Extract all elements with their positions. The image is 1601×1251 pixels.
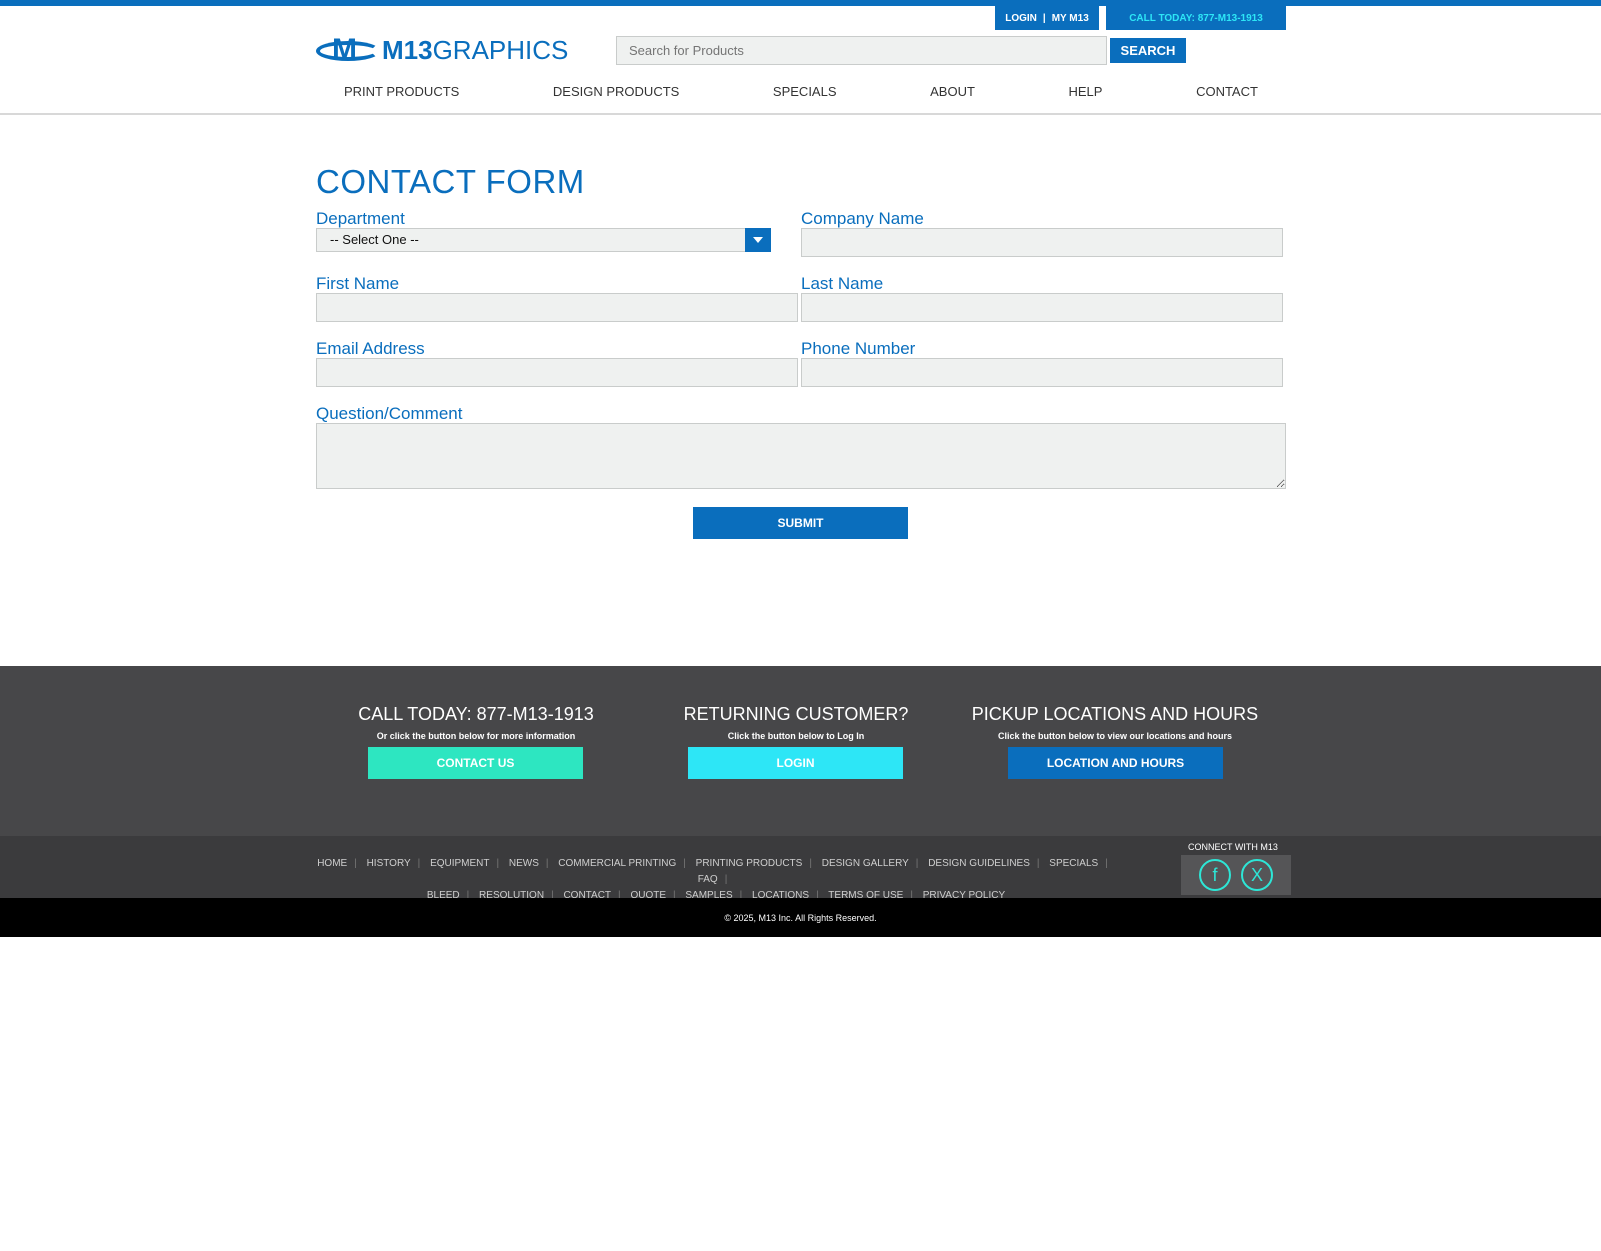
footer-link[interactable]: HISTORY <box>367 858 411 869</box>
email-field[interactable] <box>316 358 798 387</box>
footer-link[interactable]: COMMERCIAL PRINTING <box>558 858 676 869</box>
footer-returning-title: RETURNING CUSTOMER? <box>683 704 909 724</box>
footer-locations-title: PICKUP LOCATIONS AND HOURS <box>971 704 1259 724</box>
footer-links-row-1: HOME | HISTORY | EQUIPMENT | NEWS | COMMERCI… <box>317 858 1108 885</box>
chevron-down-icon[interactable] <box>745 228 771 252</box>
facebook-icon[interactable]: f <box>1199 859 1231 891</box>
nav-divider <box>0 113 1601 115</box>
phone-field[interactable] <box>801 358 1283 387</box>
top-accent-bar <box>0 0 1601 6</box>
footer-col-call: CALL TODAY: 877-M13-1913 Or click the bu… <box>326 704 626 741</box>
footer-link[interactable]: DESIGN GALLERY <box>822 858 909 869</box>
department-select[interactable]: -- Select One -- <box>316 228 771 252</box>
logo-text-rest: GRAPHICS <box>432 34 569 65</box>
nav-print-products[interactable]: PRINT PRODUCTS <box>344 84 459 102</box>
copyright-text: © 2025, M13 Inc. All Rights Reserved. <box>724 912 877 923</box>
copyright-bar: © 2025, M13 Inc. All Rights Reserved. <box>0 898 1601 937</box>
footer-link[interactable]: NEWS <box>509 858 539 869</box>
main-nav: PRINT PRODUCTS DESIGN PRODUCTS SPECIALS … <box>316 84 1286 102</box>
phone-label: Phone Number <box>801 339 916 358</box>
logo[interactable]: M M13GRAPHICS <box>316 33 568 66</box>
location-hours-button[interactable]: LOCATION AND HOURS <box>1008 747 1223 779</box>
search-button[interactable]: SEARCH <box>1110 38 1186 63</box>
submit-button[interactable]: SUBMIT <box>693 507 908 539</box>
comment-textarea[interactable] <box>316 423 1286 489</box>
footer-link[interactable]: SPECIALS <box>1049 858 1098 869</box>
footer-link[interactable]: EQUIPMENT <box>430 858 489 869</box>
login-link[interactable]: LOGIN <box>1005 13 1037 24</box>
footer-login-button[interactable]: LOGIN <box>688 747 903 779</box>
footer-returning-sub: Click the button below to Log In <box>727 731 865 741</box>
footer-link[interactable]: FAQ <box>698 874 718 885</box>
footer-link[interactable]: DESIGN GUIDELINES <box>928 858 1030 869</box>
footer-col-returning: RETURNING CUSTOMER? Click the button bel… <box>646 704 946 741</box>
nav-specials[interactable]: SPECIALS <box>773 84 837 102</box>
contact-us-button[interactable]: CONTACT US <box>368 747 583 779</box>
connect-label: CONNECT WITH M13 <box>1188 842 1278 852</box>
logo-mark-icon: M <box>316 33 380 66</box>
footer-locations-sub: Click the button below to view our locat… <box>997 731 1232 741</box>
footer-call-sub: Or click the button below for more infor… <box>376 731 576 741</box>
nav-help[interactable]: HELP <box>1069 84 1103 102</box>
social-links: f X <box>1181 855 1291 895</box>
nav-about[interactable]: ABOUT <box>930 84 975 102</box>
footer-links: HOME | HISTORY | EQUIPMENT | NEWS | COMMERCI… <box>316 856 1116 904</box>
nav-contact[interactable]: CONTACT <box>1196 84 1258 102</box>
department-label: Department <box>316 209 405 228</box>
first-name-field[interactable] <box>316 293 798 322</box>
search-input[interactable] <box>616 36 1107 65</box>
footer-link[interactable]: PRINTING PRODUCTS <box>696 858 803 869</box>
footer-call-title: CALL TODAY: 877-M13-1913 <box>358 704 594 724</box>
nav-design-products[interactable]: DESIGN PRODUCTS <box>553 84 679 102</box>
last-name-field[interactable] <box>801 293 1283 322</box>
last-name-label: Last Name <box>801 274 884 293</box>
logo-text-bold: M13 <box>382 34 433 65</box>
company-name-field[interactable] <box>801 228 1283 257</box>
footer-col-locations: PICKUP LOCATIONS AND HOURS Click the but… <box>965 704 1265 741</box>
email-label: Email Address <box>316 339 425 358</box>
utility-login-box: LOGIN | MY M13 <box>995 6 1099 30</box>
company-name-label: Company Name <box>801 209 924 228</box>
util-separator: | <box>1042 12 1046 24</box>
logo-text: M13GRAPHICS <box>382 35 568 66</box>
page-title: CONTACT FORM <box>316 163 585 200</box>
my-m13-link[interactable]: MY M13 <box>1052 13 1089 24</box>
footer-link[interactable]: HOME <box>317 858 347 869</box>
comment-label: Question/Comment <box>316 404 463 423</box>
first-name-label: First Name <box>316 274 400 293</box>
x-twitter-icon[interactable]: X <box>1241 859 1273 891</box>
call-today-banner[interactable]: CALL TODAY: 877-M13-1913 <box>1106 6 1286 30</box>
